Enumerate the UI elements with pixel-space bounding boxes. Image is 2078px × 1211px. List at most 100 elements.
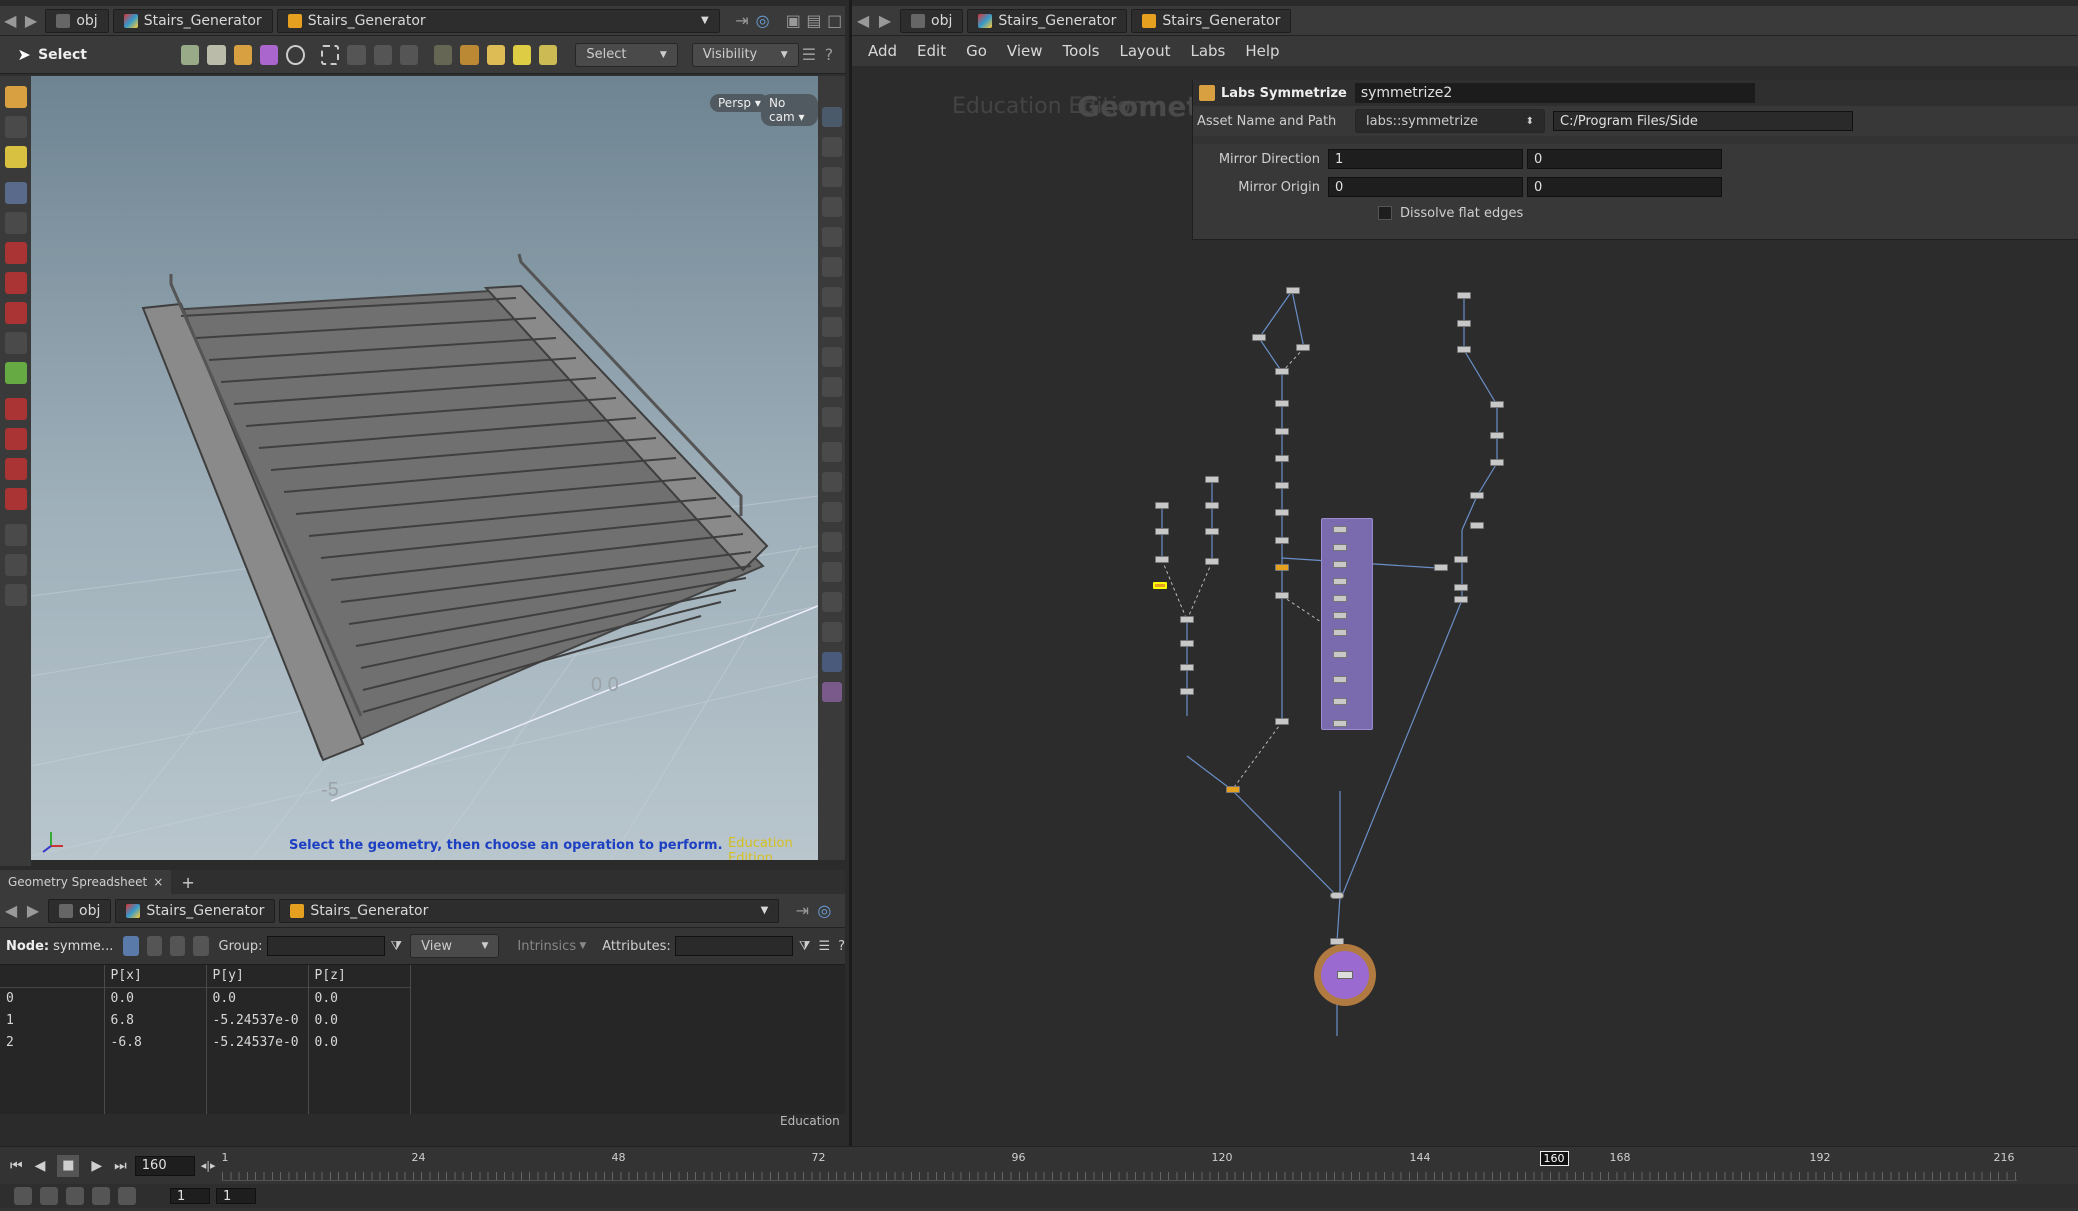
close-icon[interactable]: × xyxy=(153,875,163,889)
brush-display-icon[interactable] xyxy=(821,652,842,672)
pen-icon[interactable] xyxy=(821,502,842,522)
box-select-icon[interactable] xyxy=(320,44,340,65)
chevron-down-icon[interactable]: ▼ xyxy=(761,905,769,916)
paint-bucket-icon[interactable] xyxy=(821,562,842,582)
network-node[interactable] xyxy=(1205,528,1219,535)
menu-add[interactable]: Add xyxy=(858,42,907,60)
layout-icon[interactable]: ▤ xyxy=(804,10,825,32)
current-frame-marker[interactable]: 160 xyxy=(1539,1150,1569,1166)
dissolve-checkbox[interactable] xyxy=(1378,206,1392,220)
ambient-icon[interactable] xyxy=(821,317,842,337)
network-node[interactable] xyxy=(1275,428,1289,435)
network-node[interactable] xyxy=(1252,334,1266,341)
menu-help[interactable]: Help xyxy=(1235,42,1289,60)
network-node[interactable] xyxy=(1434,564,1448,571)
columns-icon[interactable]: ☰ xyxy=(818,939,830,954)
points-mode-icon[interactable] xyxy=(123,936,139,956)
wire-icon[interactable] xyxy=(821,197,842,217)
network-node[interactable] xyxy=(1454,596,1468,603)
network-node[interactable] xyxy=(1457,292,1471,299)
handle-tool-icon[interactable] xyxy=(4,86,27,108)
back-icon[interactable]: ◀ xyxy=(0,900,22,922)
realtime-icon[interactable] xyxy=(92,1187,110,1205)
attributes-field[interactable] xyxy=(674,936,793,956)
network-node[interactable] xyxy=(1470,492,1484,499)
network-node[interactable] xyxy=(1457,346,1471,353)
table-row[interactable]: 0 0.0 0.0 0.0 xyxy=(0,987,411,1009)
network-node[interactable] xyxy=(1226,786,1240,793)
forward-icon[interactable]: ▶ xyxy=(21,10,42,32)
snap-point-icon[interactable] xyxy=(4,458,27,480)
select-edges-icon[interactable] xyxy=(207,44,226,65)
network-node[interactable] xyxy=(1454,556,1468,563)
crumb-net[interactable]: Stairs_Generator xyxy=(967,8,1128,33)
loop-icon[interactable] xyxy=(66,1187,84,1205)
shading-icon[interactable] xyxy=(821,227,842,247)
range-end-field[interactable]: 1 xyxy=(216,1188,256,1204)
move-tool-icon[interactable] xyxy=(4,242,27,264)
point-display-icon[interactable] xyxy=(821,442,842,462)
network-node[interactable] xyxy=(1205,476,1219,483)
keys-icon[interactable] xyxy=(40,1187,58,1205)
network-node[interactable] xyxy=(1155,528,1169,535)
snap-prim-icon[interactable] xyxy=(4,428,27,450)
lock-tool-icon[interactable] xyxy=(4,212,27,234)
header-pz[interactable]: P[z] xyxy=(308,965,411,987)
table-row[interactable]: 1 6.8 -5.24537e-0 0.0 xyxy=(0,1009,411,1031)
help-icon[interactable]: ? xyxy=(838,939,845,954)
forward-icon[interactable]: ▶ xyxy=(22,900,44,922)
filter-icon[interactable]: ⧩ xyxy=(799,939,811,954)
normal-icon[interactable] xyxy=(539,44,558,65)
subnet-node[interactable] xyxy=(1333,526,1347,533)
link-icon[interactable]: ◎ xyxy=(813,900,835,922)
rotate-tool-icon[interactable] xyxy=(4,272,27,294)
select-points-icon[interactable] xyxy=(180,44,200,65)
pin-icon[interactable]: ⇥ xyxy=(732,10,753,32)
network-node[interactable] xyxy=(1470,522,1484,529)
add-tab-icon[interactable]: + xyxy=(181,873,194,892)
pose-tool-icon[interactable] xyxy=(4,116,27,138)
light-tool-icon[interactable] xyxy=(4,584,27,606)
scope-icon[interactable] xyxy=(118,1187,136,1205)
subnet-node[interactable] xyxy=(1333,544,1347,551)
view-tool-icon[interactable] xyxy=(4,362,27,384)
record-tool-icon[interactable] xyxy=(4,554,27,576)
network-node[interactable] xyxy=(1180,616,1194,623)
pin-icon[interactable]: ⇥ xyxy=(791,900,813,922)
visibility-dropdown[interactable]: Visibility ▼ xyxy=(691,42,799,67)
camera-icon[interactable] xyxy=(821,347,842,367)
camera-menu[interactable]: No cam ▾ xyxy=(761,94,818,126)
video-icon[interactable] xyxy=(821,407,842,427)
crumb-node[interactable]: Stairs_Generator ▼ xyxy=(279,898,780,923)
select-tool-icon[interactable] xyxy=(4,182,27,204)
network-node[interactable] xyxy=(1286,287,1300,294)
asset-name-dropdown[interactable]: labs::symmetrize ⬍ xyxy=(1355,109,1545,133)
chevron-down-icon[interactable]: ▼ xyxy=(701,15,709,26)
crumb-net[interactable]: Stairs_Generator xyxy=(115,898,276,923)
point-numbers-icon[interactable] xyxy=(821,532,842,552)
intrinsics-dropdown[interactable]: Intrinsics ▼ xyxy=(507,934,596,958)
forward-icon[interactable]: ▶ xyxy=(874,10,896,32)
menu-layout[interactable]: Layout xyxy=(1109,42,1180,60)
normals-icon[interactable] xyxy=(821,472,842,492)
headlight-icon[interactable] xyxy=(821,287,842,307)
crumb-obj[interactable]: obj xyxy=(900,8,964,33)
subnet-node[interactable] xyxy=(1333,561,1347,568)
light-bulb-icon[interactable] xyxy=(821,257,842,277)
group-icon[interactable] xyxy=(486,44,505,65)
subnet-box[interactable] xyxy=(1321,518,1373,730)
network-node[interactable] xyxy=(1275,592,1289,599)
subnet-node[interactable] xyxy=(1333,629,1347,636)
mirror-origin-y[interactable]: 0 xyxy=(1527,177,1722,197)
lock-camera-icon[interactable] xyxy=(821,167,842,187)
network-node[interactable] xyxy=(1275,537,1289,544)
network-node[interactable] xyxy=(1490,401,1504,408)
network-node[interactable] xyxy=(1330,892,1344,899)
pivot-tool-icon[interactable] xyxy=(4,332,27,354)
brush-icon[interactable] xyxy=(373,44,392,65)
menu-view[interactable]: View xyxy=(997,42,1053,60)
vertices-mode-icon[interactable] xyxy=(146,936,162,956)
menu-edit[interactable]: Edit xyxy=(907,42,956,60)
network-node[interactable] xyxy=(1275,455,1289,462)
select-prims-icon[interactable] xyxy=(233,44,252,65)
